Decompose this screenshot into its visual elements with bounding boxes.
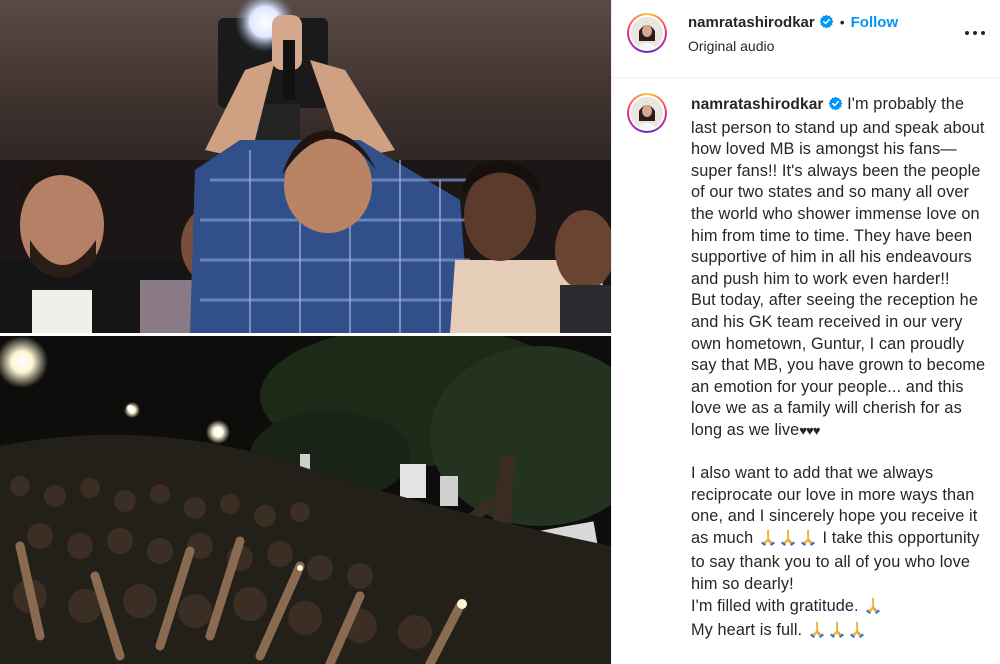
post-panel: namratashirodkar • Follow Original audio <box>611 0 1000 664</box>
avatar-image <box>631 97 663 129</box>
praying-hands-icon <box>808 620 826 645</box>
avatar-portrait-icon <box>631 97 663 129</box>
avatar-image <box>631 17 663 49</box>
header-name-row: namratashirodkar • Follow <box>688 14 898 34</box>
avatar-portrait-icon <box>631 17 663 49</box>
post-header: namratashirodkar • Follow Original audio <box>612 0 1000 78</box>
praying-hands-icon <box>848 620 866 645</box>
caption-username[interactable]: namratashirodkar <box>691 96 824 113</box>
caption-text-1: I'm probably the last person to stand up… <box>691 95 985 288</box>
praying-hands-icon <box>759 528 777 553</box>
caption-text-4: I'm filled with gratitude. <box>691 596 864 615</box>
caption: namratashirodkar I'm probably the last p… <box>691 94 989 645</box>
verified-badge-icon <box>828 96 843 118</box>
avatar-ring <box>629 95 665 131</box>
stage-photo-illustration <box>0 0 611 333</box>
caption-paragraph-1: namratashirodkar I'm probably the last p… <box>691 94 989 290</box>
praying-hands-emoji-group <box>758 529 818 547</box>
crowd-photo-illustration <box>0 336 611 664</box>
caption-text-2: But today, after seeing the reception he… <box>691 291 986 439</box>
audio-label[interactable]: Original audio <box>688 38 774 54</box>
avatar-ring <box>629 15 665 51</box>
praying-hands-icon <box>779 528 797 553</box>
praying-hands-icon <box>799 528 817 553</box>
verified-badge-icon <box>819 14 834 34</box>
post-media[interactable] <box>0 0 611 664</box>
avatar[interactable] <box>627 13 667 53</box>
header-username[interactable]: namratashirodkar <box>688 14 815 31</box>
caption-paragraph-5: My heart is full. <box>691 620 989 645</box>
caption-paragraph-4: I'm filled with gratitude. <box>691 596 989 621</box>
separator-dot: • <box>839 14 845 30</box>
caption-paragraph-2: But today, after seeing the reception he… <box>691 290 989 441</box>
praying-hands-icon <box>828 620 846 645</box>
caption-paragraph-3: I also want to add that we always recipr… <box>691 463 989 596</box>
follow-button[interactable]: Follow <box>851 14 899 31</box>
crowd-photo <box>0 336 611 664</box>
caption-avatar[interactable] <box>627 93 667 133</box>
caption-text-5: My heart is full. <box>691 621 807 640</box>
hearts-emoji: ♥♥♥ <box>799 422 820 438</box>
stage-photo <box>0 0 611 333</box>
more-options-icon[interactable] <box>962 22 988 44</box>
praying-hands-icon <box>864 596 882 621</box>
